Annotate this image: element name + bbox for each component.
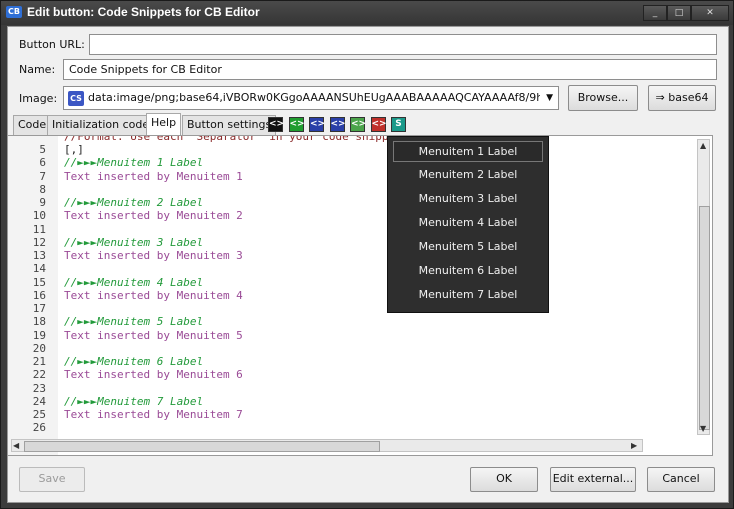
line-number: 22 bbox=[32, 368, 46, 382]
code-lightgreen-icon[interactable]: <> bbox=[350, 117, 366, 132]
line-number: 5 bbox=[39, 143, 46, 156]
image-select[interactable]: CS data:image/png;base64,iVBORw0KGgoAAAA… bbox=[63, 86, 559, 110]
line-number: 10 bbox=[32, 209, 46, 223]
line-number: 12 bbox=[32, 235, 46, 249]
code-line: //►►►Menuitem 4 Label bbox=[64, 275, 204, 289]
line-number: 23 bbox=[32, 381, 46, 395]
code-green-icon[interactable]: <> bbox=[288, 117, 305, 132]
code-line: //►►►Menuitem 6 Label bbox=[64, 355, 204, 368]
tab-help[interactable]: Help bbox=[146, 113, 182, 135]
code-line: //►►►Menuitem 7 Label bbox=[64, 394, 204, 408]
horizontal-scroll-thumb[interactable] bbox=[24, 441, 380, 452]
ok-button[interactable]: OK bbox=[470, 467, 538, 492]
line-number: 15 bbox=[32, 275, 46, 289]
scroll-left-icon[interactable]: ◀ bbox=[13, 441, 19, 450]
save-button[interactable]: Save bbox=[19, 467, 85, 492]
line-number: 14 bbox=[32, 262, 46, 276]
vertical-scroll-thumb[interactable] bbox=[699, 206, 710, 430]
window-title: Edit button: Code Snippets for CB Editor bbox=[27, 5, 260, 19]
line-number: 16 bbox=[32, 288, 46, 302]
close-button[interactable]: ✕ bbox=[691, 5, 729, 21]
tab-code[interactable]: Code bbox=[13, 115, 52, 135]
edit-button-dialog: CB Edit button: Code Snippets for CB Edi… bbox=[0, 0, 734, 509]
line-number: 25 bbox=[32, 408, 46, 421]
menu-item-5[interactable]: Menuitem 5 Label bbox=[393, 237, 543, 258]
line-number: 19 bbox=[32, 328, 46, 342]
name-label: Name: bbox=[19, 63, 56, 76]
snippet-popup-menu: Menuitem 1 Label Menuitem 2 Label Menuitem… bbox=[387, 136, 549, 313]
cancel-button[interactable]: Cancel bbox=[647, 467, 715, 492]
line-number: 13 bbox=[32, 249, 46, 262]
chevron-down-icon: ▼ bbox=[546, 93, 553, 103]
app-icon: CB bbox=[6, 6, 22, 18]
code-line: //►►►Menuitem 1 Label bbox=[64, 156, 204, 170]
line-number: 6 bbox=[39, 156, 46, 170]
tab-initialization-code[interactable]: Initialization code bbox=[47, 115, 155, 135]
code-blue-icon[interactable]: <> bbox=[309, 117, 325, 132]
line-number: 7 bbox=[39, 169, 46, 183]
scroll-right-icon[interactable]: ▶ bbox=[631, 441, 637, 450]
horizontal-scrollbar[interactable]: ◀ ▶ bbox=[11, 439, 643, 452]
code-line: Text inserted by Menuitem 4 bbox=[64, 288, 243, 302]
line-number: 24 bbox=[32, 394, 46, 408]
image-label: Image: bbox=[19, 92, 58, 105]
vertical-scrollbar[interactable]: ▲ ▼ bbox=[697, 139, 710, 435]
base64-button[interactable]: ⇒ base64 bbox=[648, 85, 716, 111]
name-field[interactable]: Code Snippets for CB Editor bbox=[63, 59, 717, 80]
code-black-icon[interactable]: <> bbox=[268, 117, 284, 132]
browse-button[interactable]: Browse... bbox=[568, 85, 638, 111]
partial-line: //Format: Use each "Separator" in your c… bbox=[64, 135, 409, 143]
menu-item-4[interactable]: Menuitem 4 Label bbox=[393, 213, 543, 234]
tab-button-settings[interactable]: Button settings bbox=[182, 115, 277, 135]
code-navy-icon[interactable]: <> bbox=[329, 117, 346, 132]
maximize-button[interactable]: □ bbox=[667, 5, 691, 21]
title-bar[interactable]: CB Edit button: Code Snippets for CB Edi… bbox=[1, 1, 733, 25]
menu-item-7[interactable]: Menuitem 7 Label bbox=[393, 285, 543, 306]
code-line: Text inserted by Menuitem 5 bbox=[64, 328, 243, 342]
code-line: Text inserted by Menuitem 3 bbox=[64, 249, 243, 262]
line-number: 21 bbox=[32, 355, 46, 368]
snippet-teal-icon[interactable]: S bbox=[391, 117, 406, 132]
code-line: [,] bbox=[64, 143, 84, 156]
line-number: 18 bbox=[32, 315, 46, 329]
code-line: //►►►Menuitem 5 Label bbox=[64, 315, 204, 329]
code-line: //►►►Menuitem 3 Label bbox=[64, 235, 204, 249]
cs-image-icon: CS bbox=[68, 91, 84, 106]
menu-item-1[interactable]: Menuitem 1 Label bbox=[393, 141, 543, 162]
edit-external-button[interactable]: Edit external... bbox=[550, 467, 636, 492]
menu-item-6[interactable]: Menuitem 6 Label bbox=[393, 261, 543, 282]
button-url-field[interactable] bbox=[89, 34, 717, 55]
minimize-button[interactable]: _ bbox=[643, 5, 667, 21]
image-value: data:image/png;base64,iVBORw0KGgoAAAANSU… bbox=[88, 91, 540, 104]
line-number: 8 bbox=[39, 182, 46, 196]
line-number: 26 bbox=[32, 421, 46, 435]
code-line: Text inserted by Menuitem 7 bbox=[64, 408, 243, 421]
button-url-label: Button URL: bbox=[19, 38, 85, 51]
code-line: //►►►Menuitem 2 Label bbox=[64, 196, 204, 209]
line-number: 20 bbox=[32, 341, 46, 355]
code-line: Text inserted by Menuitem 1 bbox=[64, 169, 243, 183]
line-number: 11 bbox=[32, 222, 46, 236]
code-line: Text inserted by Menuitem 2 bbox=[64, 209, 243, 223]
line-number: 17 bbox=[32, 302, 46, 315]
menu-item-3[interactable]: Menuitem 3 Label bbox=[393, 189, 543, 210]
scroll-down-icon[interactable]: ▼ bbox=[700, 424, 706, 433]
line-number: 9 bbox=[39, 196, 46, 209]
code-red-icon[interactable]: <> bbox=[370, 117, 387, 132]
code-editor[interactable]: //Format: Use each "Separator" in your c… bbox=[7, 135, 713, 456]
scroll-up-icon[interactable]: ▲ bbox=[700, 141, 706, 150]
menu-item-2[interactable]: Menuitem 2 Label bbox=[393, 165, 543, 186]
code-line: Text inserted by Menuitem 6 bbox=[64, 368, 243, 382]
